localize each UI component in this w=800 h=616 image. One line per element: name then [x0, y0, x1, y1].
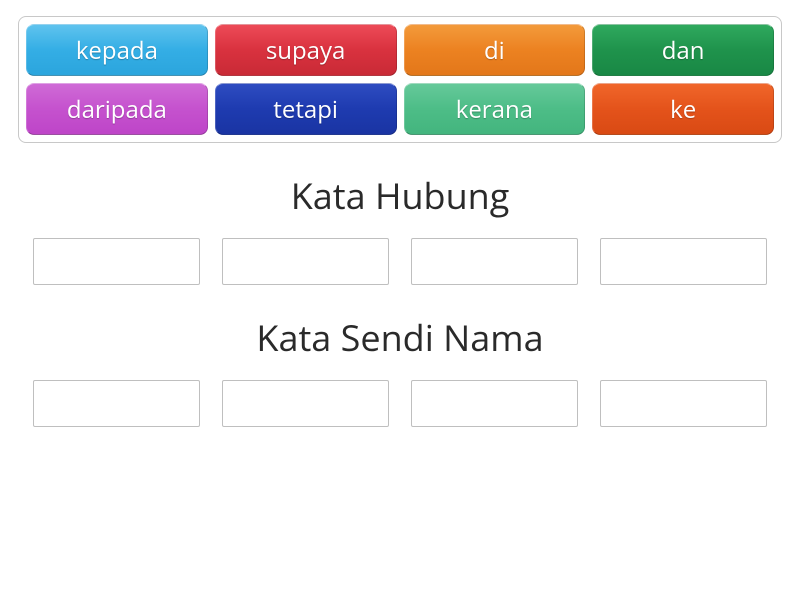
category-group: Kata Hubung: [0, 171, 800, 285]
word-tile[interactable]: supaya: [215, 24, 397, 76]
category-title: Kata Sendi Nama: [0, 313, 800, 362]
tile-label: dan: [662, 34, 705, 67]
word-tile[interactable]: ke: [592, 83, 774, 135]
word-tile[interactable]: daripada: [26, 83, 208, 135]
tile-label: tetapi: [273, 93, 338, 126]
drop-slot[interactable]: [411, 380, 578, 427]
drop-slot[interactable]: [33, 380, 200, 427]
slot-row: [0, 380, 800, 427]
tile-label: kepada: [76, 34, 158, 67]
tile-label: kerana: [456, 93, 533, 126]
drop-slot[interactable]: [33, 238, 200, 285]
drop-slot[interactable]: [222, 380, 389, 427]
word-tile[interactable]: tetapi: [215, 83, 397, 135]
word-bank: kepada supaya di dan daripada tetapi ker…: [18, 16, 782, 143]
category-title: Kata Hubung: [0, 171, 800, 220]
word-tile[interactable]: di: [404, 24, 586, 76]
word-tile[interactable]: kerana: [404, 83, 586, 135]
drop-slot[interactable]: [222, 238, 389, 285]
word-tile[interactable]: dan: [592, 24, 774, 76]
tile-label: supaya: [266, 34, 346, 67]
tile-label: ke: [670, 93, 696, 126]
drop-slot[interactable]: [411, 238, 578, 285]
tile-label: daripada: [67, 93, 167, 126]
slot-row: [0, 238, 800, 285]
drop-slot[interactable]: [600, 238, 767, 285]
tile-label: di: [484, 34, 505, 67]
category-group: Kata Sendi Nama: [0, 313, 800, 427]
word-tile[interactable]: kepada: [26, 24, 208, 76]
drop-slot[interactable]: [600, 380, 767, 427]
